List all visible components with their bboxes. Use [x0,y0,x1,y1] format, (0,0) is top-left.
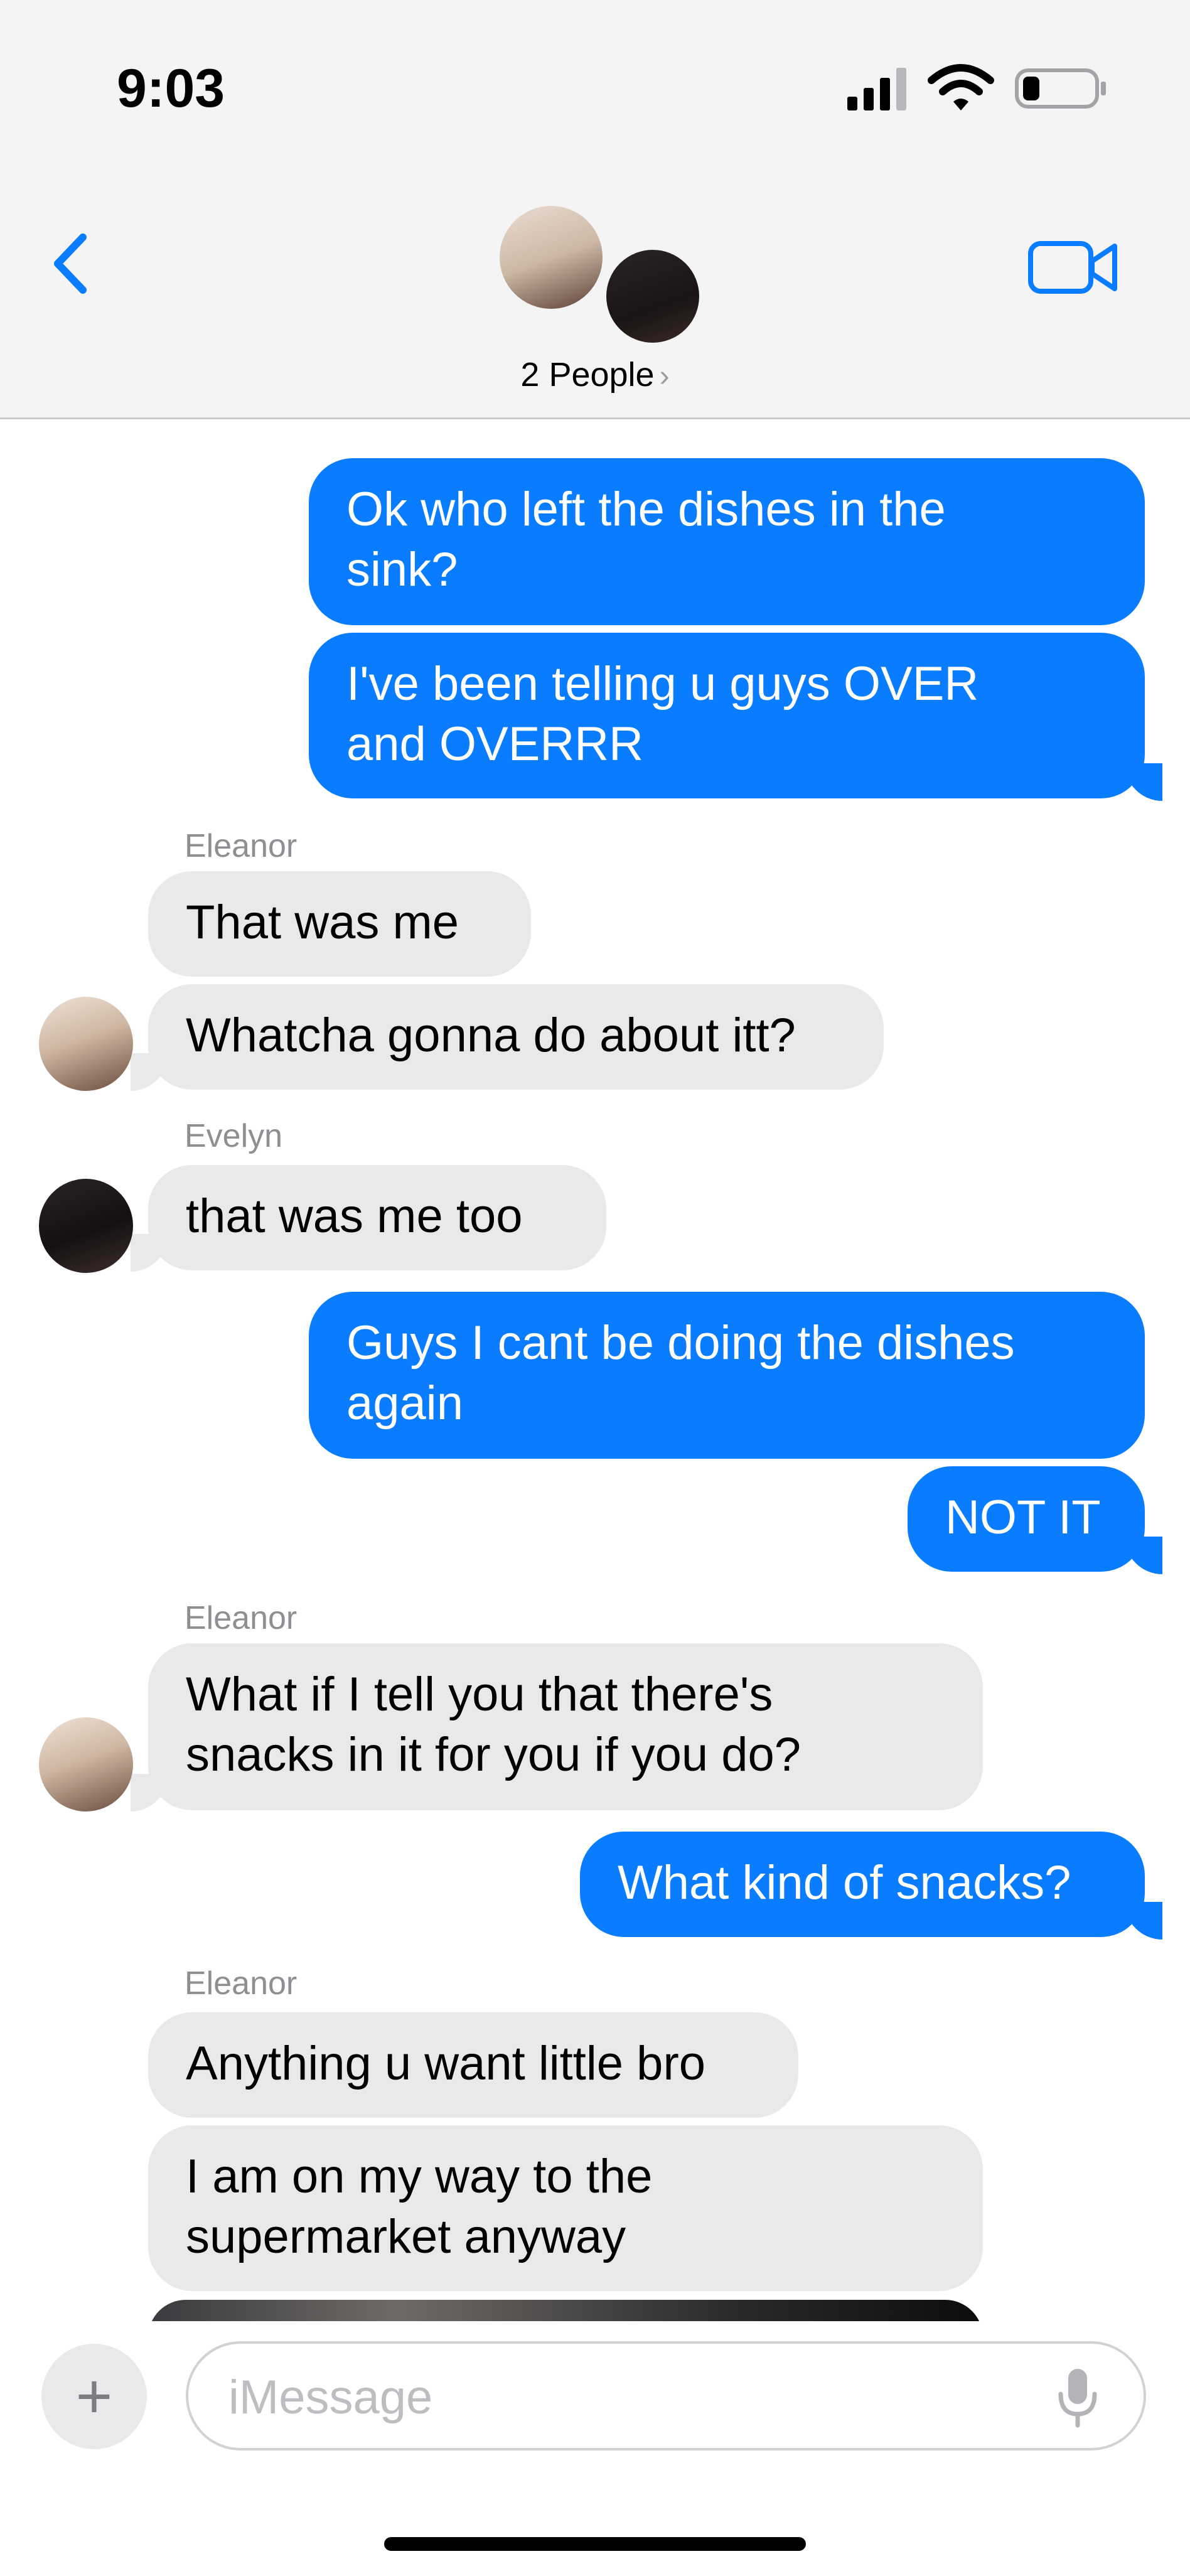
avatar-eleanor[interactable] [39,1717,133,1811]
sender-name: Eleanor [185,1965,298,2002]
sender-name: Eleanor [185,1600,298,1636]
message-thread[interactable]: Ok who left the dishes in the sink? I've… [0,419,1190,2321]
message-input-placeholder: iMessage [228,2371,433,2424]
message-bubble-sent[interactable]: What kind of snacks? [580,1832,1145,1937]
chevron-right-icon: › [659,360,670,393]
compose-bar: + iMessage [0,2321,1190,2576]
messages-screen: 9:03 2 People › Ok who left the dishes i… [0,0,1190,2576]
bubble-tail [1125,1902,1162,1940]
bubble-tail [131,1053,168,1091]
message-bubble-sent[interactable]: NOT IT [908,1466,1145,1572]
bubble-tail [1125,763,1162,801]
bubble-tail [1125,1537,1162,1574]
message-bubble-sent[interactable]: Ok who left the dishes in the sink? [309,458,1145,625]
video-camera-icon[interactable] [1027,232,1121,301]
message-bubble-received[interactable]: Whatcha gonna do about itt? [148,984,884,1090]
message-bubble-received[interactable]: Anything u want little bro [148,2012,798,2118]
group-details-link[interactable]: 2 People › [0,355,1190,394]
image-attachment[interactable] [148,2300,983,2321]
avatar-eleanor [496,202,606,313]
apps-plus-button[interactable]: + [41,2344,147,2449]
group-avatars[interactable] [496,202,703,346]
home-indicator[interactable] [384,2537,806,2551]
sender-name: Eleanor [185,828,298,864]
plus-icon: + [75,2361,113,2432]
cellular-signal-icon [847,68,906,110]
message-bubble-received[interactable]: What if I tell you that there's snacks i… [148,1643,983,1810]
sender-name: Evelyn [185,1118,283,1154]
avatar-eleanor[interactable] [39,997,133,1091]
avatar-evelyn[interactable] [39,1179,133,1273]
bubble-tail [131,1234,168,1272]
microphone-icon[interactable] [1056,2366,1100,2429]
message-bubble-received[interactable]: that was me too [148,1165,606,1270]
avatar-evelyn [603,246,703,346]
message-bubble-received[interactable]: I am on my way to the supermarket anyway [148,2125,983,2291]
message-input[interactable]: iMessage [186,2341,1146,2450]
back-button[interactable] [44,226,100,301]
people-count-label: 2 People [520,356,655,394]
bubble-tail [131,1774,168,1811]
message-bubble-received[interactable]: That was me [148,871,531,977]
message-bubble-sent[interactable]: I've been telling u guys OVER and OVERRR [309,633,1145,798]
status-time: 9:03 [117,58,225,119]
battery-icon [1015,68,1106,109]
message-bubble-sent[interactable]: Guys I cant be doing the dishes again [309,1292,1145,1459]
wifi-icon [928,64,994,110]
conversation-header: 9:03 2 People › [0,0,1190,419]
